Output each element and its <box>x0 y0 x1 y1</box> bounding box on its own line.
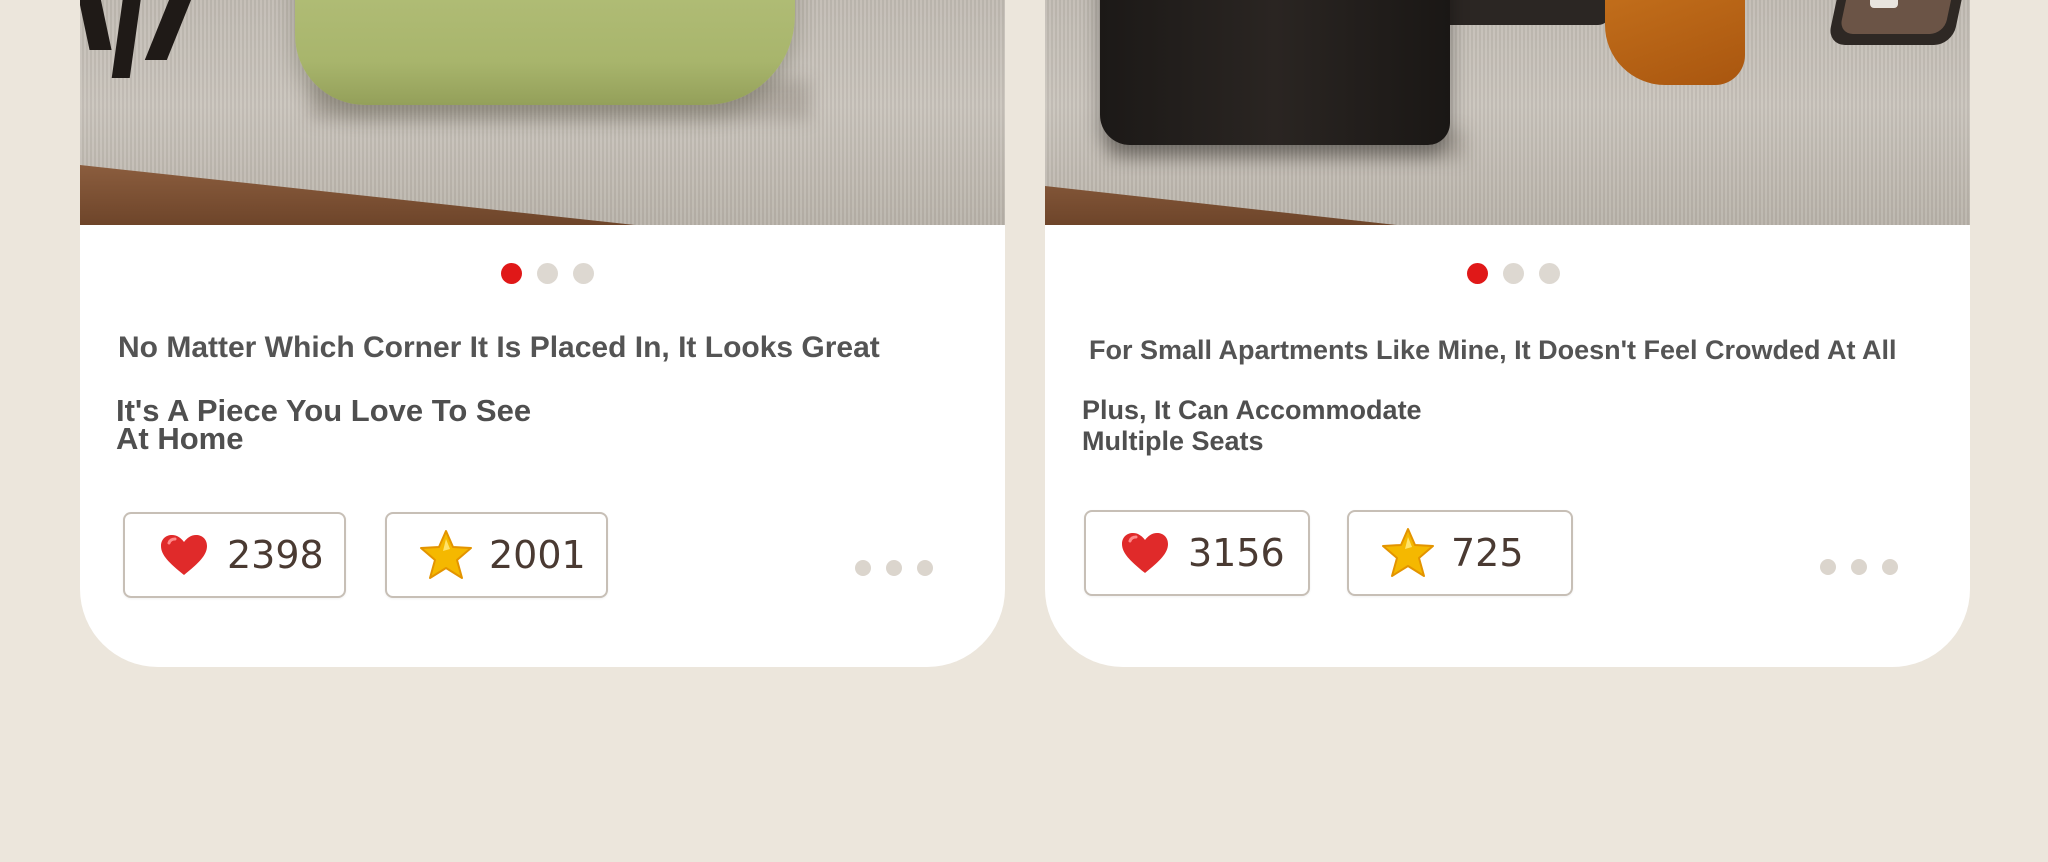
post-title: No Matter Which Corner It Is Placed In, … <box>118 331 880 364</box>
post-subtitle: It's A Piece You Love To See At Home <box>116 395 531 454</box>
post-card[interactable]: For Small Apartments Like Mine, It Doesn… <box>1045 0 1970 667</box>
more-dot <box>917 560 933 576</box>
product-photo[interactable] <box>80 0 1005 225</box>
more-dot <box>855 560 871 576</box>
post-card[interactable]: No Matter Which Corner It Is Placed In, … <box>80 0 1005 667</box>
more-options-button[interactable] <box>1820 559 1898 575</box>
image-pager[interactable] <box>501 263 594 284</box>
heart-icon <box>1118 526 1172 580</box>
favorite-count: 2001 <box>489 533 586 577</box>
favorite-button[interactable]: 2001 <box>385 512 608 598</box>
image-pager[interactable] <box>1467 263 1560 284</box>
more-dot <box>886 560 902 576</box>
pager-dot[interactable] <box>573 263 594 284</box>
pager-dot-active[interactable] <box>1467 263 1488 284</box>
like-count: 3156 <box>1188 531 1285 575</box>
favorite-count: 725 <box>1451 531 1524 575</box>
more-options-button[interactable] <box>855 560 933 576</box>
more-dot <box>1820 559 1836 575</box>
black-ottoman <box>1100 0 1450 145</box>
green-ottoman <box>295 0 795 105</box>
subtitle-line: Plus, It Can Accommodate <box>1082 395 1422 425</box>
post-title: For Small Apartments Like Mine, It Doesn… <box>1089 335 1897 365</box>
pager-dot[interactable] <box>1539 263 1560 284</box>
pager-dot-active[interactable] <box>501 263 522 284</box>
more-dot <box>1882 559 1898 575</box>
pager-dot[interactable] <box>1503 263 1524 284</box>
like-count: 2398 <box>227 533 324 577</box>
cup <box>1870 0 1898 8</box>
like-button[interactable]: 3156 <box>1084 510 1310 596</box>
dark-sofa <box>1450 0 1610 25</box>
subtitle-line: Multiple Seats <box>1082 426 1264 456</box>
pager-dot[interactable] <box>537 263 558 284</box>
post-subtitle: Plus, It Can Accommodate Multiple Seats <box>1082 397 1422 455</box>
more-dot <box>1851 559 1867 575</box>
favorite-button[interactable]: 725 <box>1347 510 1573 596</box>
star-icon <box>1381 526 1435 580</box>
product-photo[interactable] <box>1045 0 1970 225</box>
star-icon <box>419 528 473 582</box>
heart-icon <box>157 528 211 582</box>
like-button[interactable]: 2398 <box>123 512 346 598</box>
